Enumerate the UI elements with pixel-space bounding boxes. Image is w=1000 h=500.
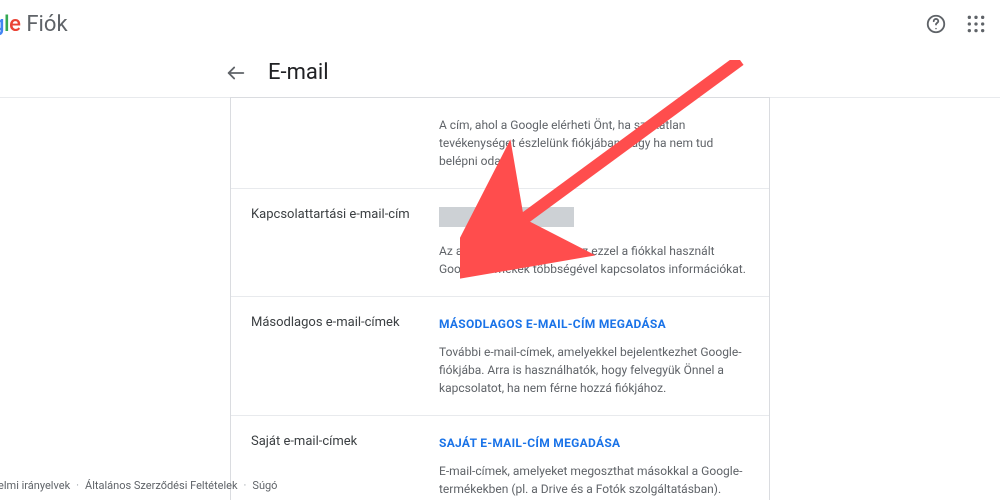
- help-icon[interactable]: [924, 12, 948, 36]
- add-own-email-link[interactable]: SAJÁT E-MAIL-CÍM MEGADÁSA: [439, 434, 620, 452]
- apps-icon[interactable]: [964, 12, 988, 36]
- back-arrow-icon[interactable]: [224, 61, 248, 85]
- settings-card: A cím, ahol a Google elérheti Önt, ha sz…: [230, 97, 770, 500]
- brand: gle Fiók: [0, 12, 68, 37]
- product-name: Fiók: [26, 12, 67, 37]
- footer-privacy[interactable]: édelmi irányelvek: [0, 479, 70, 492]
- recovery-row: A cím, ahol a Google elérheti Önt, ha sz…: [231, 98, 769, 188]
- footer: édelmi irányelvek · Általános Szerződési…: [0, 479, 277, 492]
- google-logo-fragment: gle: [0, 12, 20, 37]
- secondary-row: Másodlagos e-mail-címek MÁSODLAGOS E-MAI…: [231, 296, 769, 415]
- contact-value-redacted: [439, 207, 574, 227]
- secondary-label: Másodlagos e-mail-címek: [251, 315, 421, 330]
- footer-help[interactable]: Súgó: [252, 479, 277, 492]
- content: A cím, ahol a Google elérheti Önt, ha sz…: [0, 98, 1000, 500]
- page-title: E-mail: [268, 60, 329, 85]
- contact-desc: Az a cím, ahová elküldjük az ezzel a fió…: [439, 242, 749, 278]
- recovery-desc: A cím, ahol a Google elérheti Önt, ha sz…: [439, 116, 749, 170]
- own-label: Saját e-mail-címek: [251, 434, 421, 449]
- own-row: Saját e-mail-címek SAJÁT E-MAIL-CÍM MEGA…: [231, 415, 769, 500]
- top-icons: [924, 12, 988, 36]
- own-desc: E-mail-címek, amelyeket megoszthat mások…: [439, 462, 749, 498]
- footer-terms[interactable]: Általános Szerződési Feltételek: [85, 479, 238, 492]
- add-secondary-email-link[interactable]: MÁSODLAGOS E-MAIL-CÍM MEGADÁSA: [439, 315, 666, 333]
- secondary-desc: További e-mail-címek, amelyekkel bejelen…: [439, 343, 749, 397]
- top-bar: gle Fiók: [0, 0, 1000, 48]
- contact-row: Kapcsolattartási e-mail-cím Az a cím, ah…: [231, 188, 769, 296]
- contact-label: Kapcsolattartási e-mail-cím: [251, 207, 421, 222]
- sub-header: E-mail: [0, 48, 1000, 98]
